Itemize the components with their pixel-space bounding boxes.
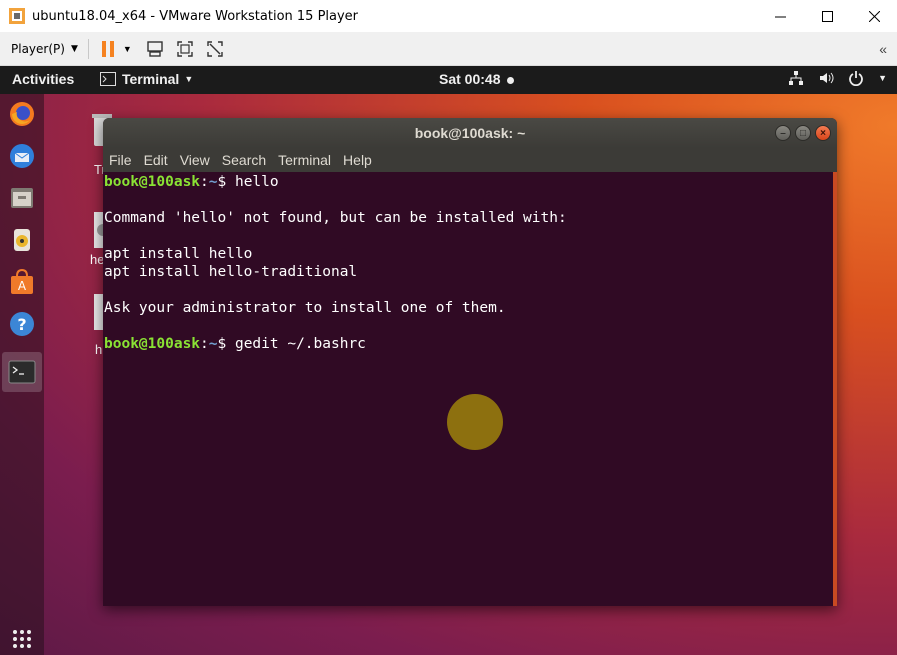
- terminal-minimize-button[interactable]: –: [775, 125, 791, 141]
- dock-terminal[interactable]: [7, 357, 37, 387]
- prompt-path: ~: [208, 336, 218, 352]
- show-applications-button[interactable]: [12, 629, 32, 649]
- files-icon: [11, 188, 33, 208]
- system-status-area[interactable]: ▼: [788, 70, 887, 86]
- player-menu-label: Player(P): [11, 41, 65, 56]
- pause-button[interactable]: [101, 40, 115, 58]
- terminal-line: Command 'hello' not found, but can be in…: [104, 210, 567, 226]
- send-ctrl-alt-del-button[interactable]: [146, 40, 164, 58]
- firefox-icon: [10, 102, 34, 126]
- app-grid-icon: [13, 630, 31, 648]
- terminal-small-icon: [100, 72, 116, 86]
- terminal-scrollbar[interactable]: [833, 172, 837, 606]
- terminal-line: apt install hello-traditional: [104, 264, 358, 280]
- menu-terminal[interactable]: Terminal: [278, 152, 331, 168]
- desktop-icon-label: h: [95, 342, 103, 357]
- menu-search[interactable]: Search: [222, 152, 266, 168]
- collapse-toolbar-button[interactable]: «: [879, 41, 887, 57]
- software-center-icon: A: [11, 268, 33, 294]
- network-icon: [789, 71, 804, 85]
- prompt-user: book@100ask: [104, 174, 201, 190]
- fullscreen-button[interactable]: [176, 40, 194, 58]
- window-title: ubuntu18.04_x64 - VMware Workstation 15 …: [32, 8, 359, 24]
- command-text: $ hello: [217, 174, 279, 190]
- ubuntu-dock: A ?: [0, 94, 44, 655]
- player-menu[interactable]: Player(P) ▼: [11, 42, 78, 56]
- monitor-keyboard-icon: [147, 40, 163, 57]
- mouse-cursor-highlight: [447, 394, 503, 450]
- svg-text:A: A: [18, 279, 27, 293]
- collapse-toolbar-label: «: [879, 40, 887, 57]
- svg-text:?: ?: [17, 315, 26, 334]
- pause-options-dropdown[interactable]: ▼: [123, 44, 132, 54]
- terminal-icon: [8, 360, 36, 384]
- terminal-line: book@100ask:~$ hello: [104, 174, 279, 190]
- terminal-menubar: File Edit View Search Terminal Help: [103, 148, 837, 172]
- vmware-app-icon: [8, 7, 26, 25]
- thunderbird-icon: [10, 144, 34, 168]
- prompt-separator: :: [200, 174, 209, 190]
- terminal-line: book@100ask:~$ gedit ~/.bashrc: [104, 336, 366, 352]
- chevron-down-icon: ▼: [878, 73, 887, 83]
- chevron-down-icon: ▼: [70, 43, 78, 54]
- chevron-down-icon: ▼: [184, 74, 194, 84]
- volume-icon: [820, 72, 834, 84]
- terminal-maximize-button[interactable]: □: [795, 125, 811, 141]
- gnome-top-bar: Activities Terminal ▼ Sat 00:48 ▼: [0, 66, 897, 94]
- menu-help[interactable]: Help: [343, 152, 372, 168]
- terminal-titlebar[interactable]: book@100ask: ~ – □ ×: [103, 118, 837, 148]
- command-text: $ gedit ~/.bashrc: [217, 336, 366, 352]
- close-button[interactable]: [851, 0, 897, 32]
- toolbar-separator: [87, 38, 89, 59]
- terminal-line: apt install hello: [104, 246, 253, 262]
- terminal-title: book@100ask: ~: [414, 125, 526, 141]
- vmware-toolbar: Player(P) ▼ ▼ «: [0, 32, 897, 66]
- notification-dot: [507, 76, 515, 84]
- activities-button[interactable]: Activities: [12, 71, 74, 87]
- rhythmbox-icon: [14, 229, 30, 251]
- prompt-path: ~: [208, 174, 218, 190]
- minimize-button[interactable]: [757, 0, 803, 32]
- terminal-window[interactable]: book@100ask: ~ – □ × File Edit View Sear…: [103, 118, 837, 606]
- terminal-close-button[interactable]: ×: [815, 125, 831, 141]
- clock[interactable]: Sat 00:48: [439, 71, 515, 87]
- prompt-user: book@100ask: [104, 336, 201, 352]
- dock-thunderbird[interactable]: [7, 141, 37, 171]
- pause-icon: [101, 40, 114, 57]
- dock-rhythmbox[interactable]: [7, 225, 37, 255]
- dock-files[interactable]: [7, 183, 37, 213]
- dock-software[interactable]: A: [7, 267, 37, 297]
- power-icon: [849, 71, 863, 86]
- unity-icon: [207, 40, 223, 57]
- terminal-line: Ask your administrator to install one of…: [104, 300, 506, 316]
- terminal-output[interactable]: book@100ask:~$ hello Command 'hello' not…: [104, 174, 834, 606]
- dock-firefox[interactable]: [7, 99, 37, 129]
- help-icon: ?: [10, 312, 34, 336]
- clock-label: Sat 00:48: [439, 71, 501, 87]
- app-menu-terminal[interactable]: Terminal ▼: [100, 71, 193, 87]
- menu-edit[interactable]: Edit: [144, 152, 168, 168]
- maximize-button[interactable]: [804, 0, 850, 32]
- app-menu-label: Terminal: [122, 71, 180, 87]
- vmware-titlebar: ubuntu18.04_x64 - VMware Workstation 15 …: [0, 0, 897, 32]
- prompt-separator: :: [200, 336, 209, 352]
- ubuntu-desktop: Activities Terminal ▼ Sat 00:48 ▼ A ? Tr…: [0, 66, 897, 655]
- unity-mode-button[interactable]: [206, 40, 224, 58]
- menu-file[interactable]: File: [109, 152, 132, 168]
- dock-help[interactable]: ?: [7, 309, 37, 339]
- fullscreen-icon: [177, 40, 193, 57]
- menu-view[interactable]: View: [180, 152, 210, 168]
